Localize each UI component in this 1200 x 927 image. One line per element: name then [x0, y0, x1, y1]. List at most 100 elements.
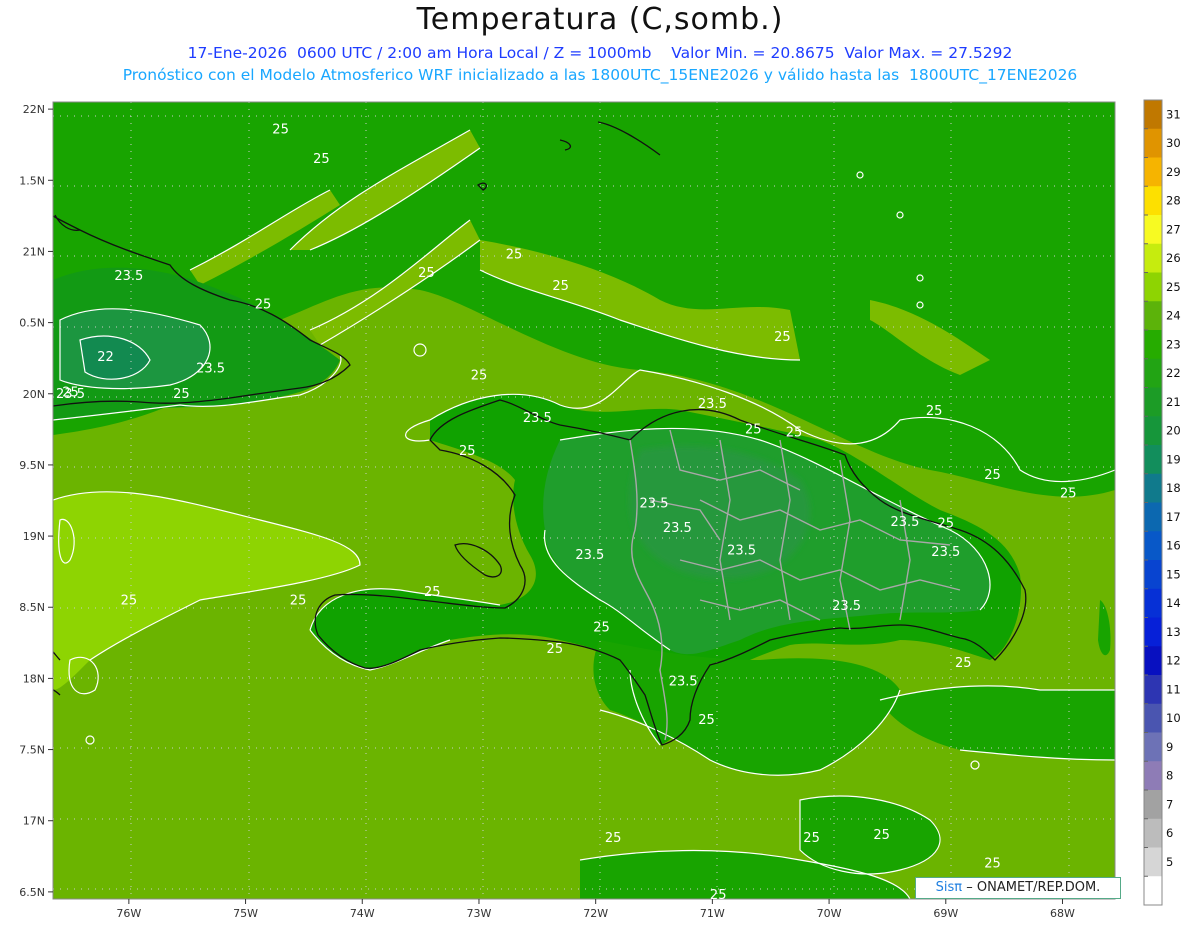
lat-tick-label: 7.5N — [19, 744, 45, 757]
lat-tick-label: 19N — [23, 530, 45, 543]
contour-label: 25 — [506, 248, 523, 263]
colorbar-label: 30 — [1166, 136, 1181, 150]
contour-label: 25 — [471, 369, 488, 384]
contour-label: 23.5 — [890, 515, 919, 530]
contour-label: 25 — [552, 279, 569, 294]
colorbar-swatch — [1144, 847, 1162, 877]
lat-tick-label: 20N — [23, 388, 45, 401]
temperature-map: 22N 1.5N 21N 0.5N 20N 9.5N 19N 8.5N 18N 7.5N 17N 6.… — [19, 99, 1181, 920]
colorbar-swatch — [1144, 215, 1162, 245]
colorbar-swatch — [1144, 272, 1162, 302]
contour-label: 25 — [873, 828, 890, 843]
credit-text: – ONAMET/REP.DOM. — [966, 880, 1101, 895]
contour-label: 25 — [984, 468, 1001, 483]
colorbar-label: 24 — [1166, 309, 1181, 323]
colorbar-label: 23 — [1166, 337, 1181, 351]
colorbar-label: 31 — [1166, 107, 1181, 121]
colorbar-swatch — [1144, 646, 1162, 676]
temperature-field — [53, 102, 1115, 899]
longitude-axis: 76W 75W 74W 73W 72W 71W 70W 69W 68W — [116, 899, 1075, 920]
colorbar-label: 28 — [1166, 194, 1181, 208]
contour-label: 23.5 — [196, 361, 225, 376]
colorbar-label: 8 — [1166, 769, 1173, 783]
lon-tick-label: 69W — [933, 907, 958, 920]
lat-tick-label: 18N — [23, 672, 45, 685]
contour-label: 25 — [774, 330, 791, 345]
contour-label: 23.5 — [640, 497, 669, 512]
colorbar-swatch — [1144, 473, 1162, 503]
lat-tick-label: 6.5N — [19, 886, 45, 899]
contour-label: 25 — [710, 888, 727, 903]
lat-tick-label: 21N — [23, 245, 45, 258]
latitude-axis: 22N 1.5N 21N 0.5N 20N 9.5N 19N 8.5N 18N 7.5N 17N 6.… — [19, 103, 53, 899]
contour-label: 25 — [547, 642, 564, 657]
contour-label: 23.5 — [114, 269, 143, 284]
contour-label: 25 — [605, 831, 622, 846]
colorbar-label: 17 — [1166, 510, 1181, 524]
colorbar-swatch — [1144, 100, 1162, 130]
colorbar-swatch — [1144, 617, 1162, 647]
colorbar-swatch — [1144, 876, 1162, 906]
lat-tick-label: 17N — [23, 815, 45, 828]
temperature-colorbar: 31 30 29 28 27 26 25 24 23 22 21 20 19 18 17 16 15 14 13 12… — [1143, 99, 1181, 906]
colorbar-label: 29 — [1166, 165, 1181, 179]
colorbar-swatch — [1144, 790, 1162, 820]
credit-badge: Sisπ – ONAMET/REP.DOM. — [915, 877, 1121, 899]
colorbar-label: 11 — [1166, 682, 1181, 696]
colorbar-label: 25 — [1166, 280, 1181, 294]
contour-label: 25 — [459, 444, 476, 459]
colorbar-swatch — [1144, 818, 1162, 848]
colorbar-swatch — [1144, 675, 1162, 705]
contour-label: 23.5 — [669, 675, 698, 690]
contour-label: 25 — [62, 386, 79, 401]
contour-label: 25 — [424, 585, 441, 600]
contour-label: 25 — [418, 266, 435, 281]
colorbar-label: 21 — [1166, 395, 1181, 409]
colorbar-swatch — [1144, 243, 1162, 273]
colorbar-label: 7 — [1166, 797, 1173, 811]
contour-label: 23.5 — [698, 397, 727, 412]
contour-label: 23.5 — [575, 548, 604, 563]
contour-label: 25 — [745, 423, 762, 438]
colorbar-swatch — [1144, 330, 1162, 360]
colorbar-swatch — [1144, 502, 1162, 532]
contour-label: 25 — [955, 656, 972, 671]
colorbar-label: 9 — [1166, 740, 1173, 754]
lat-tick-label: 0.5N — [19, 317, 45, 330]
lat-tick-label: 9.5N — [19, 459, 45, 472]
colorbar-label: 14 — [1166, 596, 1181, 610]
colorbar-swatch — [1144, 761, 1162, 791]
contour-label: 25 — [121, 593, 138, 608]
lon-tick-label: 72W — [583, 907, 608, 920]
lon-tick-label: 70W — [817, 907, 842, 920]
lon-tick-label: 73W — [467, 907, 492, 920]
colorbar-swatch — [1144, 358, 1162, 388]
lat-tick-label: 8.5N — [19, 601, 45, 614]
colorbar-swatch — [1144, 301, 1162, 331]
contour-label: 25 — [984, 857, 1001, 872]
colorbar-swatch — [1144, 416, 1162, 446]
colorbar-label: 19 — [1166, 452, 1181, 466]
colorbar-swatch — [1144, 703, 1162, 733]
contour-label: 25 — [593, 620, 610, 635]
colorbar-swatch — [1144, 445, 1162, 475]
colorbar-swatch — [1144, 387, 1162, 417]
lon-tick-label: 68W — [1050, 907, 1075, 920]
lon-tick-label: 74W — [350, 907, 375, 920]
contour-label: 23.5 — [727, 544, 756, 559]
contour-label: 25 — [290, 593, 307, 608]
lon-tick-label: 75W — [233, 907, 258, 920]
contour-label: 25 — [1060, 487, 1077, 502]
contour-label: 25 — [313, 152, 330, 167]
colorbar-label: 16 — [1166, 539, 1181, 553]
sispi-logo: Sisπ — [935, 880, 963, 895]
contour-label: 25 — [938, 517, 955, 532]
contour-label: 23.5 — [663, 521, 692, 536]
colorbar-swatch — [1144, 186, 1162, 216]
contour-label: 23.5 — [931, 545, 960, 560]
colorbar-label: 27 — [1166, 222, 1181, 236]
colorbar-swatch — [1144, 128, 1162, 158]
contour-label: 23.5 — [832, 599, 861, 614]
contour-label: 23.5 — [523, 411, 552, 426]
colorbar-swatch — [1144, 531, 1162, 561]
